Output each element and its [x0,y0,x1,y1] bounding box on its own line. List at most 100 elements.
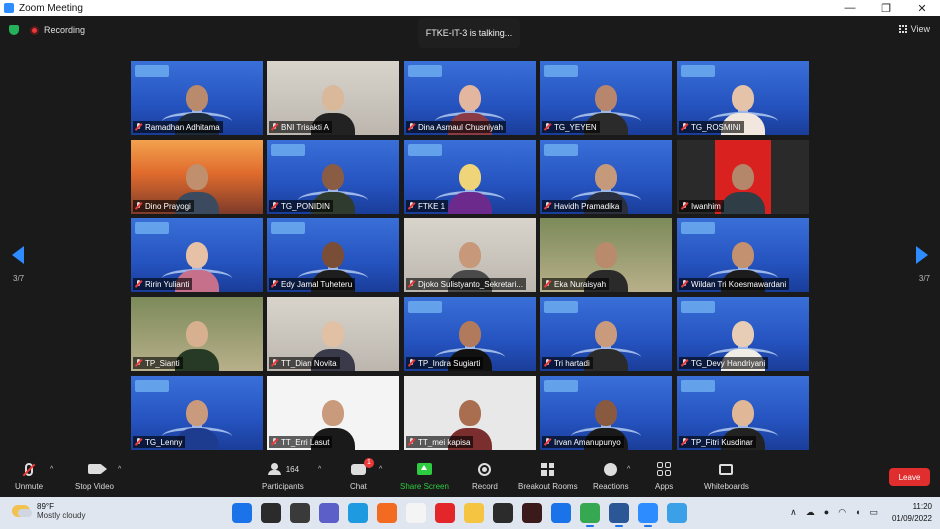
share-screen-label: Share Screen [400,482,449,491]
event-banner [408,301,442,313]
windows-taskbar: 89°F Mostly cloudy ∧ ☁ ● ◠ ◖ ▭ 11:20 01/… [0,497,940,529]
wifi-icon[interactable]: ◠ [838,507,846,518]
reactions-caret-icon[interactable]: ^ [627,466,630,473]
muted-mic-icon [681,359,688,367]
chat-label: Chat [350,482,367,491]
edge-icon[interactable] [348,503,368,523]
participant-tile[interactable]: TT_Dian Novita [267,297,399,371]
window-controls: — ❐ ✕ [832,0,940,16]
muted-mic-icon [271,438,278,446]
audio-options-caret-icon[interactable]: ^ [50,466,53,473]
participants-caret-icon[interactable]: ^ [318,466,321,473]
chat-button[interactable]: 1 Chat [350,457,374,491]
teams-icon[interactable] [319,503,339,523]
participant-tile[interactable]: TG_PONIDIN [267,140,399,214]
reactions-button[interactable]: Reactions [593,460,629,491]
participant-tile[interactable]: Tri hartadi [540,297,672,371]
unmute-button[interactable]: Unmute [15,460,43,491]
next-page-arrow-icon[interactable] [916,246,928,264]
participant-tile[interactable]: TG_Devy Handriyani [677,297,809,371]
apps-button[interactable]: Apps [655,460,673,491]
dropbox-icon[interactable] [493,503,513,523]
participant-nametag: FTKE 1 [406,200,449,212]
participant-tile[interactable]: Dina Asmaul Chusniyah [404,61,536,135]
maximize-button[interactable]: ❐ [868,0,904,16]
breakout-rooms-button[interactable]: Breakout Rooms [518,460,578,491]
participant-nametag: Havidh Pramadika [542,200,623,212]
firefox-icon[interactable] [377,503,397,523]
participant-tile[interactable]: Ririn Yulianti [131,218,263,292]
participant-name: TG_PONIDIN [281,201,330,211]
participant-tile[interactable]: BNI Trisakti A [267,61,399,135]
participant-tile[interactable]: Havidh Pramadika [540,140,672,214]
task-view-icon[interactable] [290,503,310,523]
close-button[interactable]: ✕ [904,0,940,16]
participant-tile[interactable]: Iwanhim [677,140,809,214]
participant-name: Iwanhim [691,201,721,211]
minimize-button[interactable]: — [832,0,868,16]
participant-tile[interactable]: TP_Fitri Kusdinar [677,376,809,450]
obs-icon[interactable] [522,503,542,523]
battery-icon[interactable]: ▭ [869,507,878,518]
participants-button[interactable]: 164 Participants [262,460,304,491]
participant-tile[interactable]: Eka Nuraisyah [540,218,672,292]
participant-tile[interactable]: TP_Indra Sugiarti [404,297,536,371]
participant-tile[interactable]: TT_mei kapisa [404,376,536,450]
participant-name: Wildan Tri Koesmawardani [691,279,787,289]
chat-caret-icon[interactable]: ^ [379,466,382,473]
word-icon[interactable] [609,503,629,527]
participant-nametag: TT_mei kapisa [406,436,474,448]
file-icon[interactable] [406,503,426,523]
participant-tile[interactable]: TG_Lenny [131,376,263,450]
muted-mic-icon [681,202,688,210]
weather-temp: 89°F [37,502,54,511]
participant-nametag: TG_ROSMINI [679,121,744,133]
stop-video-button[interactable]: Stop Video [75,460,114,491]
taskbar-clock[interactable]: 11:20 01/09/2022 [892,501,932,525]
opera-icon[interactable] [435,503,455,523]
view-button[interactable]: View [898,24,930,34]
participant-tile[interactable]: FTKE 1 [404,140,536,214]
event-banner [408,65,442,77]
participant-tile[interactable]: TT_Erri Lasut [267,376,399,450]
windows-start-icon[interactable] [232,503,252,523]
record-button[interactable]: Record [472,460,498,491]
leave-button[interactable]: Leave [889,468,930,486]
participant-tile[interactable]: Djoko Sulistyanto_Sekretari... [404,218,536,292]
mail-icon[interactable] [551,503,571,523]
tray-overflow-caret-icon[interactable]: ∧ [790,507,797,518]
volume-icon[interactable]: ◖ [855,507,860,518]
previous-page-arrow-icon[interactable] [12,246,24,264]
clock-date: 01/09/2022 [891,514,932,523]
participant-tile[interactable]: Wildan Tri Koesmawardani [677,218,809,292]
photos-icon[interactable] [667,503,687,523]
muted-mic-icon [681,123,688,131]
weather-widget[interactable]: 89°F Mostly cloudy [12,502,85,520]
video-options-caret-icon[interactable]: ^ [118,466,121,473]
folder-icon[interactable] [464,503,484,523]
participant-tile[interactable]: TP_Sianti [131,297,263,371]
participant-nametag: TT_Erri Lasut [269,436,333,448]
zoom-icon[interactable] [638,503,658,527]
search-icon[interactable] [261,503,281,523]
participant-nametag: BNI Trisakti A [269,121,333,133]
chrome-icon[interactable] [580,503,600,527]
participant-name: TT_Dian Novita [281,358,337,368]
recording-indicator[interactable]: Recording [30,22,85,38]
whiteboard-icon [719,463,734,475]
security-shield-icon[interactable] [9,25,19,35]
participant-tile[interactable]: Dino Prayogi [131,140,263,214]
participant-tile[interactable]: TG_ROSMINI [677,61,809,135]
participant-video [721,158,765,214]
participant-tile[interactable]: Ramadhan Adhitama [131,61,263,135]
participant-tile[interactable]: Irvan Amanupunyo [540,376,672,450]
muted-mic-icon [544,359,551,367]
participant-tile[interactable]: TG_YEYEN [540,61,672,135]
video-camera-icon [87,464,107,474]
cloud-icon[interactable]: ☁ [806,507,815,518]
share-screen-button[interactable]: Share Screen [400,460,449,491]
microphone-icon[interactable]: ● [824,507,829,518]
whiteboards-button[interactable]: Whiteboards [704,460,749,491]
participant-tile[interactable]: Edy Jamal Tuheteru [267,218,399,292]
muted-mic-icon [271,359,278,367]
